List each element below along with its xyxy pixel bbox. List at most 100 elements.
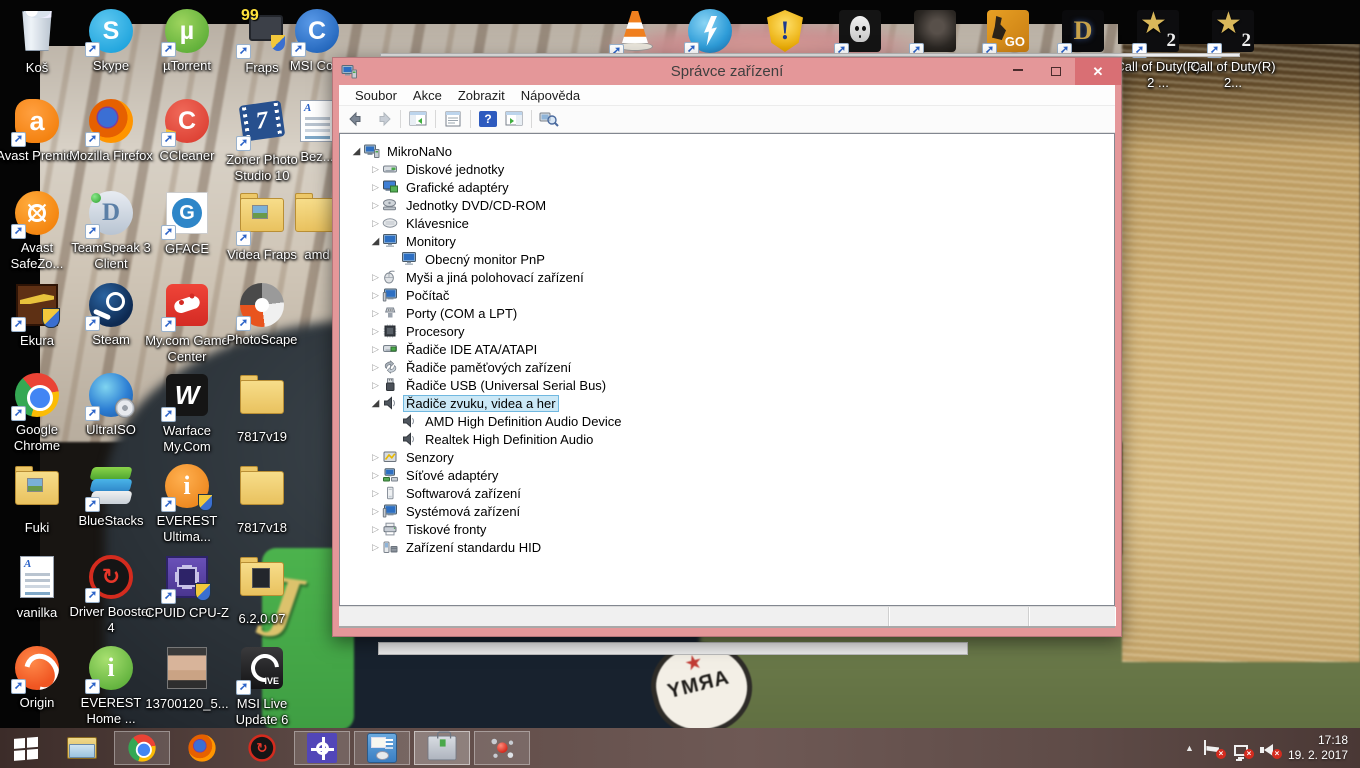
tree-item-label[interactable]: Síťové adaptéry — [403, 467, 501, 484]
desktop-icon-bluestacks[interactable]: ➚BlueStacks — [68, 463, 154, 529]
cod-ghosts-icon[interactable]: ➚ — [837, 10, 883, 56]
desktop-icon-everest-ultima[interactable]: i➚EVEREST Ultima... — [144, 463, 230, 546]
steam-icon[interactable]: ➚ — [88, 283, 134, 329]
volume-icon[interactable]: × — [1260, 740, 1278, 756]
vlc-icon[interactable]: ➚ — [612, 11, 658, 57]
csgo-icon[interactable]: GO➚ — [985, 10, 1031, 56]
tree-item-label[interactable]: AMD High Definition Audio Device — [422, 413, 625, 430]
tree-item-label[interactable]: Řadiče paměťových zařízení — [403, 359, 574, 376]
desktop-icon-6-2-0-07[interactable]: 6.2.0.07 — [219, 554, 305, 627]
tree-item-label[interactable]: Klávesnice — [403, 215, 472, 232]
gface-icon[interactable]: G➚ — [164, 192, 210, 238]
tree-item-adi-e-zvuku-videa-a-her[interactable]: ◢Řadiče zvuku, videa a her — [340, 394, 1114, 412]
tree-item-monitory[interactable]: ◢ Monitory — [340, 232, 1114, 250]
back-button[interactable] — [345, 108, 369, 130]
desktop-icon-photoscape[interactable]: ➚PhotoScape — [219, 282, 305, 348]
firefox-icon[interactable]: ➚ — [88, 99, 134, 145]
security-shield-icon[interactable]: ! — [762, 10, 808, 56]
minimize-button[interactable] — [999, 58, 1037, 85]
maximize-button[interactable] — [1037, 58, 1075, 85]
desktop-icon-security-shield[interactable]: ! — [742, 8, 828, 59]
tree-expander-collapsed-icon[interactable]: ▷ — [369, 488, 382, 499]
chrome-icon[interactable]: ➚ — [14, 373, 60, 419]
dark-game-icon[interactable]: ➚ — [912, 10, 958, 56]
recycle-bin-icon[interactable] — [14, 11, 60, 57]
everest-ultimate-icon[interactable]: i➚ — [164, 464, 210, 510]
desktop-icon-cod-ghosts[interactable]: ➚ — [817, 8, 903, 59]
tree-item-label[interactable]: Porty (COM a LPT) — [403, 305, 520, 322]
tree-item-mikronano[interactable]: ◢MikroNaNo — [340, 142, 1114, 160]
tree-expander-collapsed-icon[interactable]: ▷ — [369, 452, 382, 463]
ccleaner-icon[interactable]: C➚ — [164, 99, 210, 145]
tree-item-s-ov-adapt-ry[interactable]: ▷ Síťové adaptéry — [340, 466, 1114, 484]
tree-item-label[interactable]: Grafické adaptéry — [403, 179, 512, 196]
tree-expander-collapsed-icon[interactable]: ▷ — [369, 470, 382, 481]
desktop-icon-13700120-5[interactable]: 13700120_5... — [144, 645, 230, 712]
tree-item-label[interactable]: Procesory — [403, 323, 468, 340]
league-of-legends-icon[interactable]: D➚ — [1060, 10, 1106, 56]
menu-zobrazit[interactable]: Zobrazit — [450, 86, 513, 105]
taskbar-item-pc-settings[interactable] — [294, 731, 350, 765]
tree-item-label[interactable]: Řadiče zvuku, videa a her — [403, 395, 559, 412]
tree-item-syst-mov-za-zen[interactable]: ▷Systémová zařízení — [340, 502, 1114, 520]
tree-expander-collapsed-icon[interactable]: ▷ — [369, 362, 382, 373]
tree-item-tiskov-fronty[interactable]: ▷Tiskové fronty — [340, 520, 1114, 538]
tree-item-kl-vesnice[interactable]: ▷Klávesnice — [340, 214, 1114, 232]
tree-item-label[interactable]: MikroNaNo — [384, 143, 455, 160]
tree-item-label[interactable]: Počítač — [403, 287, 452, 304]
driver-booster-icon[interactable]: ↻➚ — [88, 555, 134, 601]
taskbar-clock[interactable]: 17:18 19. 2. 2017 — [1288, 733, 1348, 763]
document-icon[interactable] — [14, 556, 60, 602]
properties-button[interactable] — [441, 108, 465, 130]
desktop-icon-cpuid-cpu-z[interactable]: ➚CPUID CPU-Z — [144, 554, 230, 621]
desktop-icon-teamspeak-3-client[interactable]: D➚TeamSpeak 3 Client — [68, 190, 154, 273]
tree-item-amd-high-definition-audio-device[interactable]: AMD High Definition Audio Device — [340, 412, 1114, 430]
tree-item-za-zen-standardu-hid[interactable]: ▷Zařízení standardu HID — [340, 538, 1114, 556]
folder-with-image-icon[interactable] — [14, 471, 60, 517]
warface-icon[interactable]: W➚ — [164, 374, 210, 420]
tree-expander-collapsed-icon[interactable]: ▷ — [369, 308, 382, 319]
tree-item-my-i-a-jin-polohovac-za-zen[interactable]: ▷Myši a jiná polohovací zařízení — [340, 268, 1114, 286]
folder-icon[interactable] — [239, 380, 285, 426]
tree-item-label[interactable]: Zařízení standardu HID — [403, 539, 544, 556]
desktop-icon-daemon-tools[interactable]: ➚ — [667, 8, 753, 58]
taskbar-item-control-panel[interactable] — [354, 731, 410, 765]
tree-expander-collapsed-icon[interactable]: ▷ — [369, 380, 382, 391]
tree-expander-collapsed-icon[interactable]: ▷ — [369, 524, 382, 535]
tree-item-obecn-monitor-pnp[interactable]: Obecný monitor PnP — [340, 250, 1114, 268]
msi-live-update-icon[interactable]: IVE➚ — [239, 647, 285, 693]
tree-item-label[interactable]: Realtek High Definition Audio — [422, 431, 596, 448]
desktop-icon-torrent[interactable]: µ➚µTorrent — [144, 8, 230, 74]
tree-item-senzory[interactable]: ▷ Senzory — [340, 448, 1114, 466]
desktop-icon-my-com-game-center[interactable]: ➚My.com Game Center — [144, 282, 230, 366]
show-action-pane-button[interactable] — [502, 108, 526, 130]
mycom-game-center-icon[interactable]: ➚ — [164, 284, 210, 330]
tree-item-label[interactable]: Obecný monitor PnP — [422, 251, 548, 268]
desktop-icon-steam[interactable]: ➚Steam — [68, 282, 154, 348]
daemon-tools-icon[interactable]: ➚ — [687, 9, 733, 55]
desktop-icon-mozilla-firefox[interactable]: ➚Mozilla Firefox — [68, 98, 154, 164]
tree-item-po-ta[interactable]: ▷Počítač — [340, 286, 1114, 304]
ultraiso-icon[interactable]: ➚ — [88, 373, 134, 419]
taskbar-item-firefox[interactable] — [174, 731, 230, 765]
tree-item-label[interactable]: Řadiče USB (Universal Serial Bus) — [403, 377, 609, 394]
tree-item-label[interactable]: Monitory — [403, 233, 459, 250]
tree-item-label[interactable]: Diskové jednotky — [403, 161, 507, 178]
taskbar-item-device-manager[interactable] — [414, 731, 470, 765]
scan-hardware-changes-button[interactable] — [537, 108, 561, 130]
tree-item-label[interactable]: Senzory — [403, 449, 457, 466]
tree-expander-collapsed-icon[interactable]: ▷ — [369, 200, 382, 211]
tree-expander-collapsed-icon[interactable]: ▷ — [369, 272, 382, 283]
help-button[interactable]: ? — [476, 108, 500, 130]
tree-item-softwarov-za-zen[interactable]: ▷Softwarová zařízení — [340, 484, 1114, 502]
tree-item-adi-e-usb-universal-serial-bus[interactable]: ▷ Řadiče USB (Universal Serial Bus) — [340, 376, 1114, 394]
bluestacks-icon[interactable]: ➚ — [88, 464, 134, 510]
skype-icon[interactable]: S➚ — [88, 9, 134, 55]
tree-item-porty-com-a-lpt[interactable]: ▷ Porty (COM a LPT) — [340, 304, 1114, 322]
tree-item-jednotky-dvd-cd-rom[interactable]: ▷Jednotky DVD/CD-ROM — [340, 196, 1114, 214]
tree-expander-collapsed-icon[interactable]: ▷ — [369, 182, 382, 193]
desktop-icon-gface[interactable]: G➚GFACE — [144, 190, 230, 257]
tree-expander-expanded-icon[interactable]: ◢ — [369, 236, 382, 247]
tree-item-label[interactable]: Řadiče IDE ATA/ATAPI — [403, 341, 540, 358]
close-button[interactable]: ✕ — [1075, 58, 1121, 85]
